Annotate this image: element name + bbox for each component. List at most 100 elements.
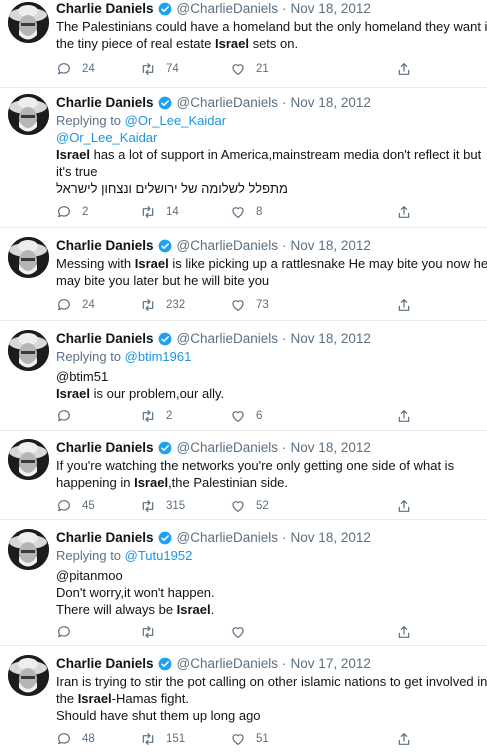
display-name[interactable]: Charlie Daniels [56, 529, 154, 547]
highlight-term: Israel [176, 602, 211, 617]
retweet-button[interactable]: 151 [140, 729, 185, 749]
verified-badge-icon [158, 332, 172, 346]
tweet[interactable]: Charlie Daniels @CharlieDaniels · Nov 18… [0, 321, 487, 431]
reply-count: 24 [82, 63, 95, 75]
reply-button[interactable]: 24 [56, 295, 95, 315]
avatar[interactable] [8, 94, 49, 135]
like-button[interactable] [230, 622, 256, 642]
mention-link[interactable]: @Or_Lee_Kaidar [56, 130, 157, 145]
user-handle[interactable]: @CharlieDaniels [177, 94, 279, 112]
tweet-text-line: The Palestinians could have a homeland b… [56, 18, 487, 35]
share-button[interactable] [396, 295, 412, 315]
tweet-date[interactable]: Nov 18, 2012 [291, 0, 371, 18]
share-button[interactable] [396, 406, 412, 426]
heart-icon [232, 501, 244, 512]
separator-dot: · [282, 95, 287, 110]
text: the tiny piece of real estate [56, 36, 215, 51]
highlight-term: Israel [134, 475, 169, 490]
heart-icon [232, 64, 244, 75]
tweet-content: Charlie Daniels @CharlieDaniels · Nov 17… [56, 655, 487, 745]
reply-button[interactable]: 2 [56, 202, 88, 222]
like-button[interactable]: 21 [230, 59, 269, 79]
replying-to-link[interactable]: @Tutu1952 [125, 548, 193, 563]
tweet-actions: 45 315 52 [56, 496, 416, 516]
avatar[interactable] [8, 330, 49, 371]
separator-dot: · [282, 238, 287, 253]
reply-count: 24 [82, 299, 95, 311]
like-button[interactable]: 8 [230, 202, 262, 222]
reply-button[interactable] [56, 622, 82, 642]
tweet[interactable]: Charlie Daniels @CharlieDaniels · Nov 18… [0, 0, 487, 88]
text: has a lot of support in America,mainstre… [89, 147, 482, 162]
avatar[interactable] [8, 439, 49, 480]
like-count: 52 [256, 500, 269, 512]
avatar[interactable] [8, 529, 49, 570]
display-name[interactable]: Charlie Daniels [56, 0, 154, 18]
speech-bubble-icon [58, 299, 70, 311]
retweet-button[interactable] [140, 622, 166, 642]
separator-dot: · [282, 1, 287, 16]
tweet-actions: 24 232 73 [56, 295, 416, 315]
replying-to-link[interactable]: @Or_Lee_Kaidar [125, 113, 226, 128]
tweet-date[interactable]: Nov 18, 2012 [291, 529, 371, 547]
verified-badge-icon [158, 531, 172, 545]
user-handle[interactable]: @CharlieDaniels [177, 529, 279, 547]
reply-button[interactable]: 48 [56, 729, 95, 749]
highlight-term: Israel [56, 386, 90, 401]
text: happening in [56, 475, 135, 490]
share-icon [398, 626, 410, 638]
tweet[interactable]: Charlie Daniels @CharlieDaniels · Nov 17… [0, 646, 487, 753]
display-name[interactable]: Charlie Daniels [56, 94, 154, 112]
tweet-date[interactable]: Nov 18, 2012 [291, 237, 371, 255]
share-button[interactable] [396, 622, 412, 642]
like-button[interactable]: 51 [230, 729, 269, 749]
user-handle[interactable]: @CharlieDaniels [177, 237, 279, 255]
retweet-button[interactable]: 14 [140, 202, 179, 222]
user-handle[interactable]: @CharlieDaniels [177, 439, 279, 457]
user-handle[interactable]: @CharlieDaniels [177, 655, 279, 673]
user-handle[interactable]: @CharlieDaniels [177, 330, 279, 348]
share-button[interactable] [396, 729, 412, 749]
share-button[interactable] [396, 202, 412, 222]
retweet-button[interactable]: 232 [140, 295, 185, 315]
tweet-date[interactable]: Nov 17, 2012 [291, 655, 371, 673]
text: is like picking up a rattlesnake He may … [168, 256, 487, 271]
tweet-actions: 2 6 [56, 406, 416, 426]
tweet-date[interactable]: Nov 18, 2012 [291, 330, 371, 348]
verified-badge-icon [158, 239, 172, 253]
tweet[interactable]: Charlie Daniels @CharlieDaniels · Nov 18… [0, 520, 487, 646]
avatar[interactable] [8, 655, 49, 696]
avatar[interactable] [8, 2, 49, 43]
like-button[interactable]: 6 [230, 406, 262, 426]
display-name[interactable]: Charlie Daniels [56, 655, 154, 673]
replying-to-link[interactable]: @btim1961 [125, 349, 192, 364]
reply-button[interactable] [56, 406, 82, 426]
display-name[interactable]: Charlie Daniels [56, 439, 154, 457]
separator-dot: · [282, 331, 287, 346]
tweet[interactable]: Charlie Daniels @CharlieDaniels · Nov 18… [0, 431, 487, 520]
tweet-text-line: There will always be Israel. [56, 601, 479, 618]
reply-button[interactable]: 24 [56, 59, 95, 79]
retweet-button[interactable]: 74 [140, 59, 179, 79]
like-button[interactable]: 52 [230, 496, 269, 516]
retweet-icon [142, 626, 154, 638]
tweet[interactable]: Charlie Daniels @CharlieDaniels · Nov 18… [0, 228, 487, 321]
like-button[interactable]: 73 [230, 295, 269, 315]
user-handle[interactable]: @CharlieDaniels [177, 0, 279, 18]
tweet-date[interactable]: Nov 18, 2012 [291, 94, 371, 112]
avatar[interactable] [8, 237, 49, 278]
display-name[interactable]: Charlie Daniels [56, 237, 154, 255]
text: The Palestinians could have a homeland b… [56, 19, 487, 34]
retweet-button[interactable]: 315 [140, 496, 185, 516]
text: may bite you later but he will bite you [56, 273, 270, 288]
separator-dot: · [282, 530, 287, 545]
tweet-date[interactable]: Nov 18, 2012 [291, 439, 371, 457]
share-button[interactable] [396, 59, 412, 79]
tweet[interactable]: Charlie Daniels @CharlieDaniels · Nov 18… [0, 88, 487, 228]
share-button[interactable] [396, 496, 412, 516]
heart-icon [232, 627, 244, 638]
retweet-button[interactable]: 2 [140, 406, 172, 426]
reply-button[interactable]: 45 [56, 496, 95, 516]
display-name[interactable]: Charlie Daniels [56, 330, 154, 348]
tweet-header: Charlie Daniels @CharlieDaniels · Nov 18… [56, 237, 479, 255]
